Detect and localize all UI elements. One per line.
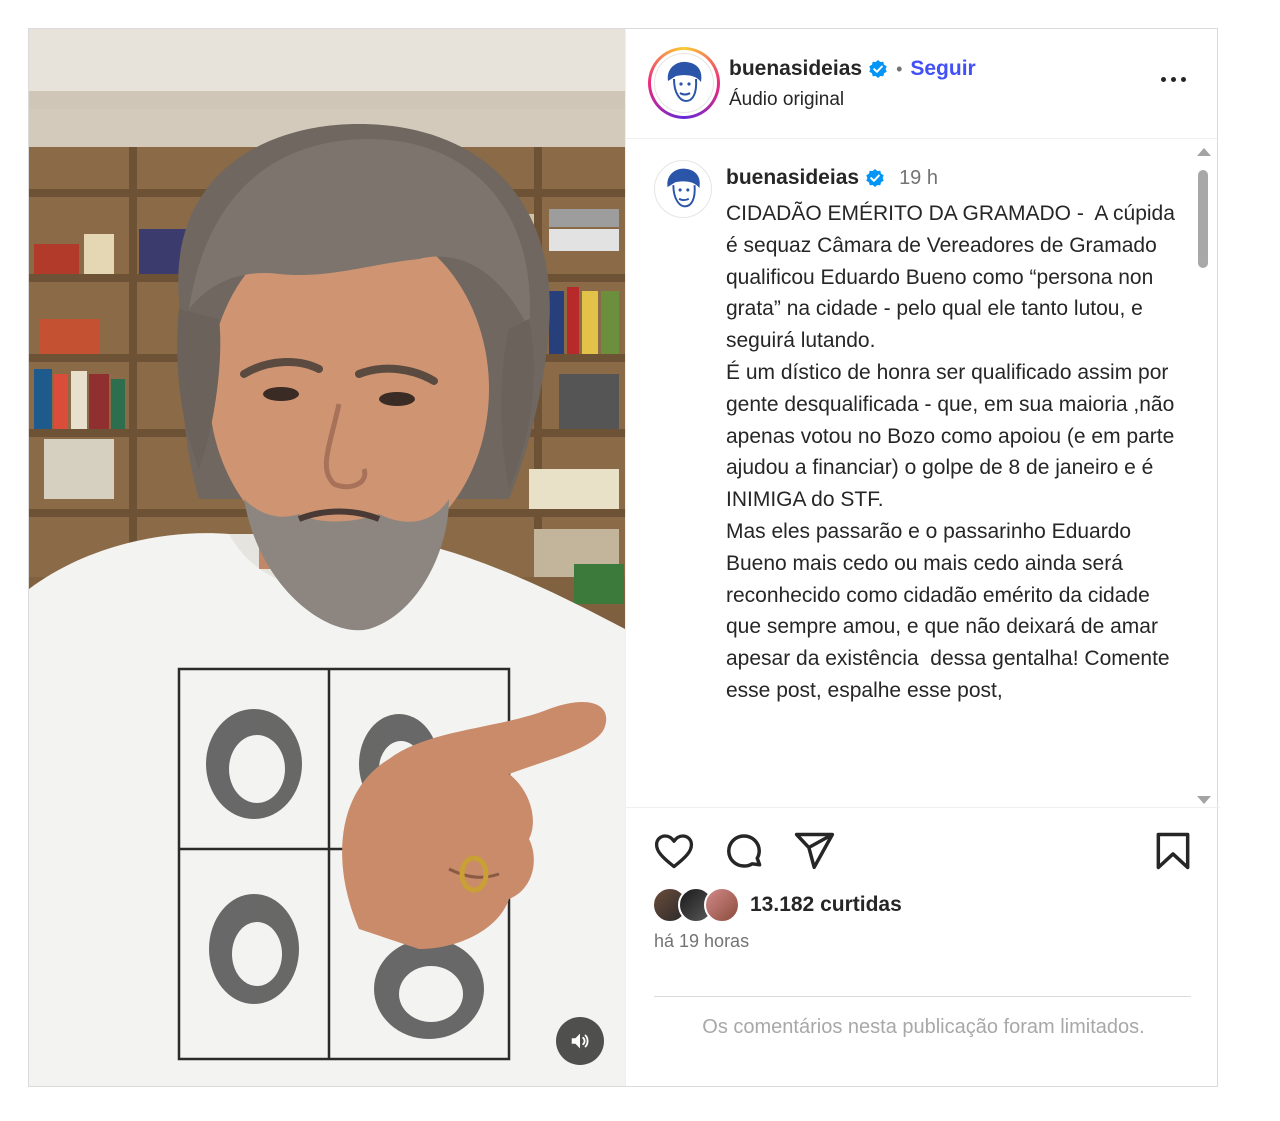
- verified-badge-icon: [869, 60, 887, 78]
- story-ring[interactable]: [648, 47, 720, 119]
- actions-divider: [626, 807, 1220, 808]
- scroll-up-arrow-icon[interactable]: [1197, 148, 1211, 156]
- post-header: buenasideias • Seguir Áudio original: [626, 29, 1217, 139]
- volume-icon: [571, 1033, 589, 1049]
- caption-scrollbar[interactable]: [1195, 140, 1211, 804]
- comments-limited-notice: Os comentários nesta publicação foram li…: [702, 1016, 1145, 1038]
- post-info-panel: buenasideias • Seguir Áudio original bue…: [625, 29, 1220, 1086]
- likes-row: 13.182 curtidas: [652, 887, 902, 923]
- caption-scroll-area[interactable]: buenasideias 19 h CIDADÃO EMÉRITO DA GRA…: [626, 140, 1220, 807]
- likes-count[interactable]: 13.182 curtidas: [750, 893, 902, 917]
- post-age[interactable]: há 19 horas: [654, 931, 749, 952]
- caption-avatar[interactable]: [654, 160, 712, 218]
- video-frame-illustration: [29, 29, 625, 1086]
- separator-dot: •: [896, 58, 903, 79]
- avatar[interactable]: [654, 53, 714, 113]
- scroll-down-arrow-icon[interactable]: [1197, 796, 1211, 804]
- verified-badge-icon: [866, 169, 884, 187]
- heart-icon[interactable]: [652, 829, 696, 873]
- liker-avatars[interactable]: [652, 887, 744, 923]
- profile-caricature-icon: [667, 168, 700, 208]
- post-video[interactable]: [29, 29, 625, 1086]
- action-bar: [652, 829, 1197, 875]
- more-options-icon[interactable]: [1161, 71, 1195, 87]
- caption-time: 19 h: [899, 166, 938, 189]
- bookmark-icon[interactable]: [1151, 829, 1195, 873]
- audio-label[interactable]: Áudio original: [729, 89, 844, 111]
- scroll-thumb[interactable]: [1198, 170, 1208, 268]
- share-icon[interactable]: [792, 829, 836, 873]
- comments-divider: [654, 996, 1191, 997]
- follow-button[interactable]: Seguir: [910, 57, 975, 81]
- caption-text: CIDADÃO EMÉRITO DA GRAMADO - A cúpida é …: [726, 202, 1175, 702]
- username[interactable]: buenasideias: [729, 57, 862, 81]
- comment-icon[interactable]: [722, 829, 766, 873]
- mute-button[interactable]: [556, 1017, 604, 1065]
- instagram-post: buenasideias • Seguir Áudio original bue…: [28, 28, 1220, 1087]
- profile-caricature-icon: [667, 61, 702, 103]
- liker-avatar: [704, 887, 740, 923]
- caption-username[interactable]: buenasideias: [726, 166, 859, 190]
